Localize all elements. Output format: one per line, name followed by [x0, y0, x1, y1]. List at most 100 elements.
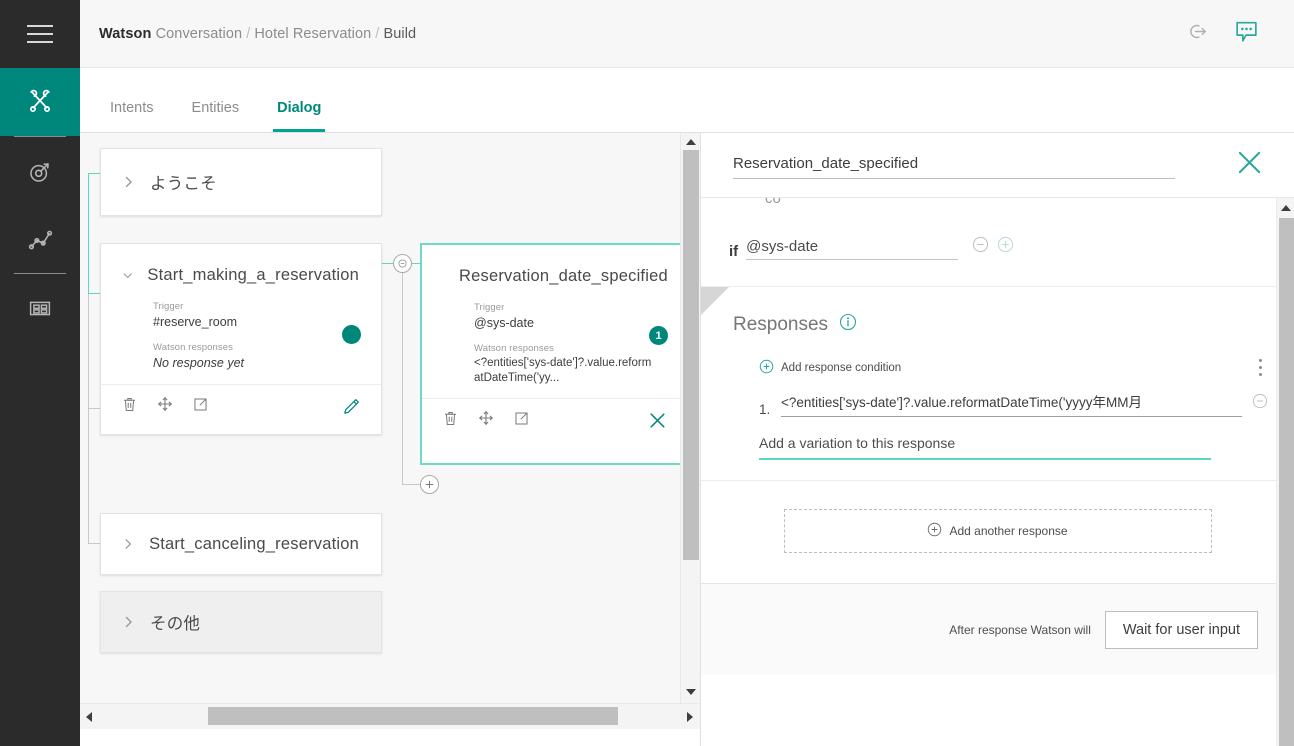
node-rds-title: Reservation_date_specified: [459, 267, 668, 285]
panel-scroll-up-arrow[interactable]: [1281, 205, 1291, 211]
node-rds-header[interactable]: Reservation_date_specified: [422, 245, 680, 286]
condition-scrolled-text: co: [765, 198, 781, 204]
grid-panels-icon: [29, 301, 51, 316]
breadcrumb-section[interactable]: Build: [383, 26, 416, 42]
minus-circle-icon[interactable]: [972, 236, 989, 258]
responses-heading-row: Responses: [701, 287, 1294, 343]
chevron-right-icon: [125, 176, 132, 188]
node-smr-trigger-value: #reserve_room: [153, 315, 238, 329]
tab-dialog[interactable]: Dialog: [273, 100, 326, 132]
canvas-horizontal-scrollbar[interactable]: [80, 703, 700, 729]
close-icon[interactable]: [647, 410, 668, 431]
node-scr-title: Start_canceling_reservation: [149, 534, 359, 553]
line-chart-icon: [28, 230, 52, 249]
node-anything-else-title: その他: [150, 615, 201, 633]
tab-entities[interactable]: Entities: [188, 100, 244, 132]
dialog-canvas[interactable]: ようこそ Start_making_a_reservation Trigger …: [80, 133, 680, 703]
node-welcome[interactable]: ようこそ: [100, 148, 382, 216]
minus-circle-handle-icon: [398, 259, 407, 268]
add-node-handle[interactable]: [420, 475, 439, 494]
canvas-scroll-left-arrow[interactable]: [86, 712, 92, 722]
node-rds-responses-value: <?entities['sys-date']?.value.reformatDa…: [474, 357, 652, 384]
breadcrumb-brand: Watson: [99, 25, 152, 42]
canvas-scroll-down-arrow[interactable]: [686, 689, 696, 695]
node-start-making-a-reservation[interactable]: Start_making_a_reservation Trigger #rese…: [100, 243, 382, 435]
info-circle-icon[interactable]: [839, 313, 857, 337]
canvas-horizontal-scroll-thumb[interactable]: [208, 707, 618, 725]
add-another-response-button[interactable]: Add another response: [783, 509, 1212, 553]
node-rds-body: Trigger @sys-date Watson responses <?ent…: [422, 286, 680, 398]
trash-icon[interactable]: [442, 410, 459, 432]
node-rds-trigger-value: @sys-date: [474, 316, 534, 330]
move-icon[interactable]: [156, 395, 174, 418]
panel-close-icon[interactable]: [1233, 146, 1294, 184]
plus-circle-handle-icon: [425, 480, 434, 489]
node-anything-else[interactable]: その他: [100, 591, 382, 653]
after-response-label: After response Watson will: [949, 622, 1091, 637]
chevron-right-icon: [125, 616, 132, 628]
sidebar-item-improve[interactable]: [0, 137, 80, 205]
pencil-icon[interactable]: [342, 397, 361, 416]
canvas-vertical-scrollbar[interactable]: [680, 133, 700, 703]
node-smr-responses-value: No response yet: [153, 356, 245, 370]
overflow-menu-icon[interactable]: [1259, 359, 1262, 376]
chat-bubble-icon[interactable]: [1233, 18, 1260, 50]
node-welcome-title: ようこそ: [150, 175, 217, 193]
app-root: Watson Conversation / Hotel Reservation / Bu…: [0, 0, 1294, 746]
node-smr-responses-label: Watson responses: [153, 342, 233, 353]
condition-value-field[interactable]: @sys-date: [746, 238, 959, 260]
sidebar-item-deploy[interactable]: [0, 274, 80, 342]
breadcrumb-sep-1: /: [246, 25, 251, 42]
chevron-down-icon: [123, 273, 132, 279]
add-response-condition-label: Add response condition: [781, 362, 902, 374]
collapse-handle[interactable]: [393, 254, 412, 273]
plus-circle-icon[interactable]: [997, 236, 1014, 258]
response-text-field[interactable]: <?entities['sys-date']?.value.reformatDa…: [781, 391, 1242, 417]
add-another-response-section: Add another response: [701, 480, 1294, 583]
jump-to-icon[interactable]: [192, 396, 209, 418]
header-icons: [1186, 18, 1294, 50]
node-editor-body: co if @sys-date: [701, 198, 1294, 746]
sidebar-item-menu[interactable]: [0, 0, 80, 68]
breadcrumb-product: Conversation: [155, 25, 243, 42]
jump-to-icon[interactable]: [513, 410, 530, 432]
move-icon[interactable]: [477, 409, 495, 432]
node-editor-title-row: [701, 133, 1294, 198]
hamburger-icon: [27, 25, 53, 43]
node-smr-body: Trigger #reserve_room Watson responses N…: [101, 285, 381, 384]
logout-icon[interactable]: [1186, 20, 1209, 48]
response-card: Add response condition 1. <?entities['sy…: [729, 359, 1268, 460]
response-item-row: 1. <?entities['sys-date']?.value.reforma…: [759, 391, 1268, 417]
after-response-select[interactable]: Wait for user input: [1104, 610, 1258, 649]
condition-buttons: [972, 236, 1014, 260]
wire-trunk-active: [88, 173, 89, 293]
node-start-canceling-reservation[interactable]: Start_canceling_reservation: [100, 513, 382, 575]
trash-icon[interactable]: [121, 396, 138, 418]
tab-intents[interactable]: Intents: [106, 100, 158, 132]
canvas-scroll-up-arrow[interactable]: [686, 139, 696, 145]
node-scr-header[interactable]: Start_canceling_reservation: [101, 514, 381, 574]
canvas-scroll-right-arrow[interactable]: [687, 712, 693, 722]
add-response-condition-button[interactable]: Add response condition: [759, 359, 1268, 377]
node-reservation-date-specified[interactable]: Reservation_date_specified Trigger @sys-…: [420, 243, 680, 465]
node-anything-else-header[interactable]: その他: [101, 592, 381, 652]
node-rds-trigger-label: Trigger: [474, 302, 505, 313]
canvas-vertical-scroll-thumb[interactable]: [683, 150, 699, 560]
add-variation-input[interactable]: Add a variation to this response: [759, 435, 1211, 460]
node-rds-response-count-badge: 1: [649, 326, 668, 345]
app-header: Watson Conversation / Hotel Reservation / Bu…: [80, 0, 1294, 68]
wire-branch-down: [402, 264, 403, 484]
node-rds-actions: [422, 398, 680, 442]
sidebar-item-analytics[interactable]: [0, 205, 80, 273]
minus-circle-icon[interactable]: [1252, 393, 1268, 417]
left-rail: [0, 0, 80, 746]
node-name-input[interactable]: [733, 151, 1175, 179]
sidebar-item-build[interactable]: [0, 68, 80, 136]
node-smr-title: Start_making_a_reservation: [147, 266, 359, 284]
breadcrumb-project[interactable]: Hotel Reservation: [254, 26, 371, 42]
node-welcome-header[interactable]: ようこそ: [101, 149, 381, 215]
condition-row: if @sys-date: [701, 236, 1294, 260]
panel-vertical-scroll-thumb[interactable]: [1279, 218, 1294, 746]
node-smr-header[interactable]: Start_making_a_reservation: [101, 244, 381, 285]
panel-vertical-scrollbar[interactable]: [1276, 198, 1294, 746]
